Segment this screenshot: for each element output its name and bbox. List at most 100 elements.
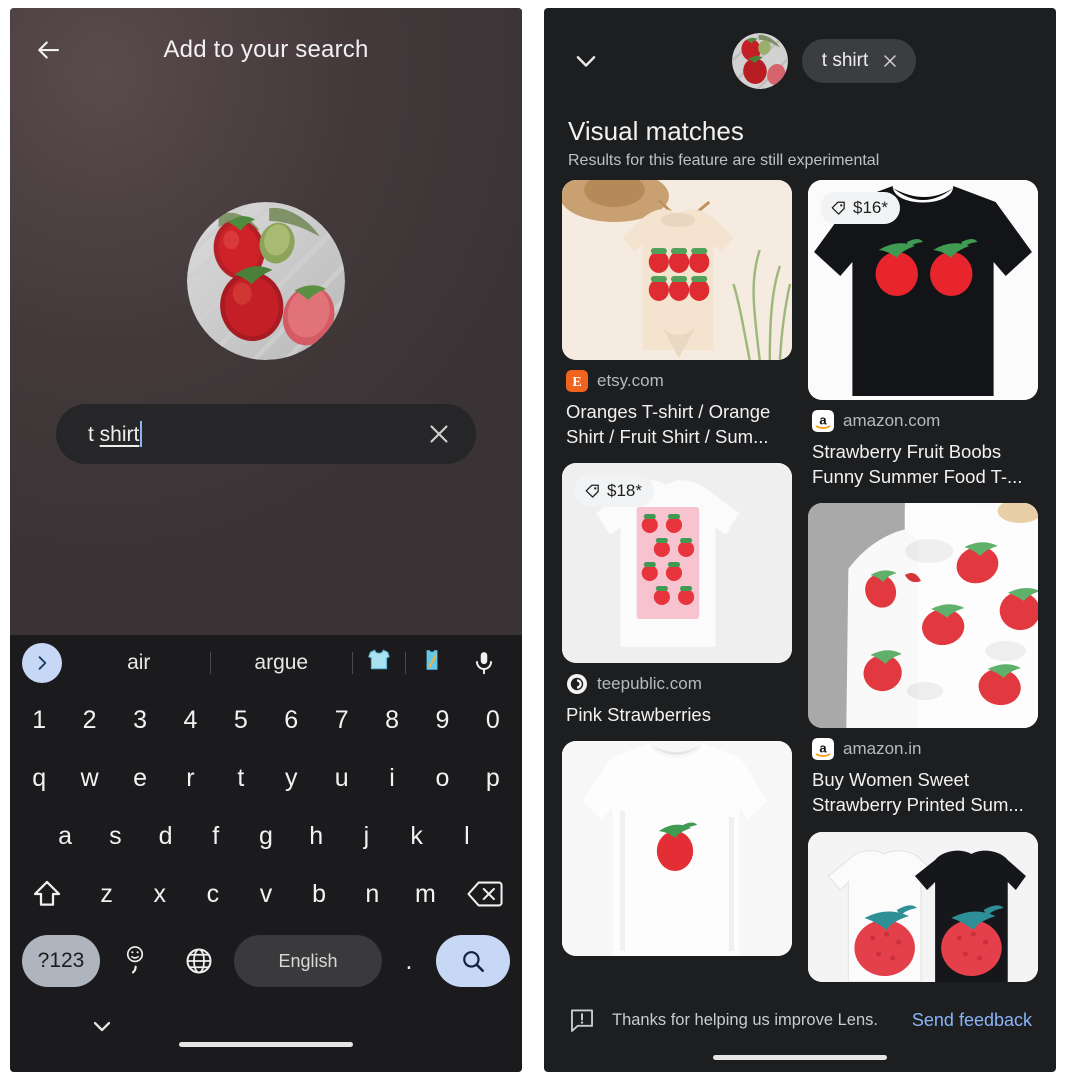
key-t[interactable]: t xyxy=(216,749,266,807)
result-card[interactable]: E etsy.com Oranges T-shirt / Orange Shir… xyxy=(562,180,792,449)
tshirt-emoji[interactable] xyxy=(353,647,405,679)
hide-keyboard-button[interactable] xyxy=(88,1012,116,1045)
tanktop-emoji[interactable] xyxy=(406,647,458,679)
clear-search-button[interactable] xyxy=(424,419,454,449)
result-source: etsy.com xyxy=(597,371,664,390)
chevron-down-icon xyxy=(576,56,596,67)
price-badge: $16* xyxy=(820,192,900,224)
on-screen-keyboard[interactable]: air argue 1 2 3 4 5 6 7 8 9 0 q w e r t … xyxy=(10,635,522,1072)
feedback-bubble-icon-glyph xyxy=(571,1009,593,1032)
key-o[interactable]: o xyxy=(417,749,467,807)
result-image[interactable] xyxy=(808,503,1038,729)
globe-icon xyxy=(186,948,212,974)
result-source: amazon.in xyxy=(843,739,922,759)
language-key[interactable] xyxy=(170,946,228,976)
key-8[interactable]: 8 xyxy=(367,691,417,749)
page-title: Add to your search xyxy=(163,36,369,63)
key-x[interactable]: x xyxy=(133,865,186,923)
emoji-key[interactable] xyxy=(106,944,164,978)
feedback-text: Thanks for helping us improve Lens. xyxy=(612,1010,878,1029)
teepublic-favicon xyxy=(566,673,588,695)
result-card[interactable] xyxy=(562,741,792,957)
amazon-favicon: a xyxy=(812,738,834,761)
keyboard-search-key[interactable] xyxy=(436,935,510,987)
voice-input-button[interactable] xyxy=(458,649,510,677)
shift-key[interactable] xyxy=(14,865,80,923)
key-d[interactable]: d xyxy=(140,807,190,865)
image-thumbnail[interactable] xyxy=(187,202,345,360)
key-a[interactable]: a xyxy=(40,807,90,865)
shift-icon xyxy=(33,880,61,906)
result-image[interactable] xyxy=(562,741,792,957)
etsy-favicon-icon: E xyxy=(566,370,588,392)
backspace-key[interactable] xyxy=(452,865,518,923)
query-image-thumbnail[interactable] xyxy=(731,33,788,89)
key-1[interactable]: 1 xyxy=(14,691,64,749)
result-title: Buy Women Sweet Strawberry Printed Sum..… xyxy=(812,769,1024,816)
key-j[interactable]: j xyxy=(341,807,391,865)
microphone-icon xyxy=(475,652,493,675)
result-card[interactable] xyxy=(808,831,1038,982)
key-g[interactable]: g xyxy=(241,807,291,865)
period-key[interactable]: . xyxy=(388,947,430,976)
key-u[interactable]: u xyxy=(316,749,366,807)
collapse-results-button[interactable] xyxy=(562,37,610,85)
key-n[interactable]: n xyxy=(346,865,399,923)
result-card[interactable]: a amazon.in Buy Women Sweet Strawberry P… xyxy=(808,503,1038,817)
key-6[interactable]: 6 xyxy=(266,691,316,749)
key-c[interactable]: c xyxy=(186,865,239,923)
key-2[interactable]: 2 xyxy=(64,691,114,749)
result-image[interactable]: $18* xyxy=(562,463,792,664)
key-h[interactable]: h xyxy=(291,807,341,865)
key-b[interactable]: b xyxy=(293,865,346,923)
key-f[interactable]: f xyxy=(191,807,241,865)
expand-suggestions-button[interactable] xyxy=(22,643,62,683)
key-3[interactable]: 3 xyxy=(115,691,165,749)
key-4[interactable]: 4 xyxy=(165,691,215,749)
key-k[interactable]: k xyxy=(392,807,442,865)
suggestion-air[interactable]: air xyxy=(68,651,210,675)
search-input[interactable]: t shirt xyxy=(88,421,424,447)
space-key[interactable]: English xyxy=(234,935,382,987)
suggestion-argue[interactable]: argue xyxy=(211,651,353,675)
search-input-pill[interactable]: t shirt xyxy=(56,404,476,464)
key-v[interactable]: v xyxy=(239,865,292,923)
visual-matches-grid[interactable]: E etsy.com Oranges T-shirt / Orange Shir… xyxy=(562,180,1038,1010)
teepublic-favicon-icon xyxy=(567,674,587,695)
key-y[interactable]: y xyxy=(266,749,316,807)
result-card[interactable]: $18* teepublic.com Pink Strawberries xyxy=(562,463,792,727)
symbols-key[interactable]: ?123 xyxy=(22,935,100,987)
key-z[interactable]: z xyxy=(80,865,133,923)
result-image[interactable]: $16* xyxy=(808,180,1038,400)
key-r[interactable]: r xyxy=(165,749,215,807)
key-5[interactable]: 5 xyxy=(216,691,266,749)
key-m[interactable]: m xyxy=(399,865,452,923)
key-q[interactable]: q xyxy=(14,749,64,807)
close-icon[interactable] xyxy=(880,51,900,71)
query-chip[interactable]: t shirt xyxy=(801,39,917,83)
key-0[interactable]: 0 xyxy=(468,691,518,749)
key-s[interactable]: s xyxy=(90,807,140,865)
result-image[interactable] xyxy=(562,180,792,360)
white-and-black-tshirt-pair xyxy=(808,831,1038,982)
result-source-row: a amazon.in xyxy=(812,738,1034,761)
send-feedback-link[interactable]: Send feedback xyxy=(912,1010,1032,1031)
key-w[interactable]: w xyxy=(64,749,114,807)
home-indicator xyxy=(713,1055,887,1060)
key-p[interactable]: p xyxy=(468,749,518,807)
key-e[interactable]: e xyxy=(115,749,165,807)
key-l[interactable]: l xyxy=(442,807,492,865)
result-source-row: E etsy.com xyxy=(566,370,788,392)
backspace-icon xyxy=(467,881,503,907)
feedback-bar: Thanks for helping us improve Lens. Send… xyxy=(544,998,1056,1042)
search-icon xyxy=(463,951,484,972)
key-9[interactable]: 9 xyxy=(417,691,467,749)
strawberries-photo xyxy=(731,33,788,89)
key-7[interactable]: 7 xyxy=(316,691,366,749)
result-card[interactable]: $16* a amazon.com Strawberry Fruit Boobs… xyxy=(808,180,1038,489)
price-tag-icon xyxy=(831,201,845,215)
result-source-row: a amazon.com xyxy=(812,410,1034,432)
key-i[interactable]: i xyxy=(367,749,417,807)
result-image[interactable] xyxy=(808,831,1038,982)
etsy-favicon: E xyxy=(566,370,588,392)
